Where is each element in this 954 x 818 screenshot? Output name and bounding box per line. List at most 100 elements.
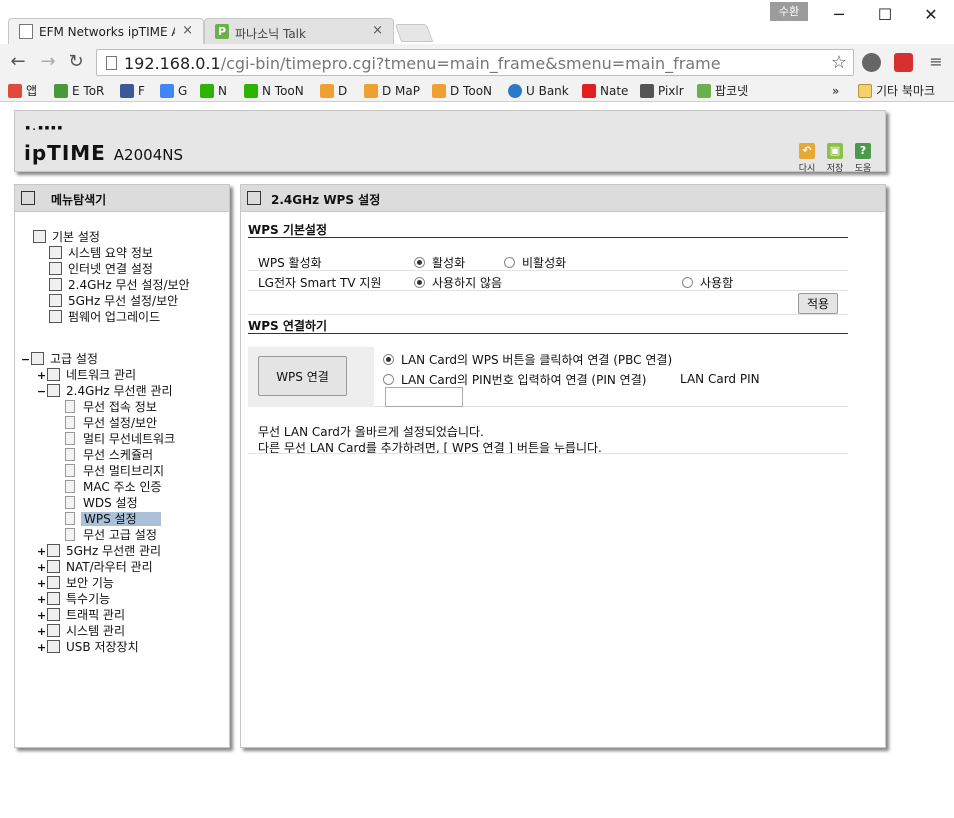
tab-iptime[interactable]: EFM Networks ipTIME A2 × bbox=[8, 18, 204, 44]
menu-wireless-access-info[interactable]: 무선 접속 정보 bbox=[65, 399, 159, 415]
tab-panasonic-talk[interactable]: P 파나소닉 Talk × bbox=[204, 18, 394, 44]
maximize-button[interactable]: ☐ bbox=[862, 2, 908, 28]
profile-button[interactable]: 수환 bbox=[770, 2, 808, 21]
expand-icon[interactable]: + bbox=[37, 608, 47, 624]
radio-wps-on[interactable]: 활성화 bbox=[414, 254, 465, 271]
url-text[interactable]: 192.168.0.1/cgi-bin/timepro.cgi?tmenu=ma… bbox=[124, 54, 721, 73]
pin-input[interactable] bbox=[385, 387, 463, 407]
menu-internet-setup[interactable]: 인터넷 연결 설정 bbox=[49, 261, 155, 277]
bookmark-dmap[interactable]: D MaP bbox=[364, 82, 420, 100]
menu-mac-auth[interactable]: MAC 주소 인증 bbox=[65, 479, 164, 495]
menu-icon[interactable]: ≡ bbox=[926, 52, 946, 72]
tab-close-icon[interactable]: × bbox=[372, 23, 383, 38]
bookmark-apps[interactable]: 앱 bbox=[8, 82, 37, 100]
radio-unselected-icon bbox=[383, 374, 394, 385]
radio-pbc[interactable]: LAN Card의 WPS 버튼을 클릭하여 연결 (PBC 연결) bbox=[383, 351, 672, 368]
new-tab-button[interactable] bbox=[394, 24, 434, 42]
tab-title: 파나소닉 Talk bbox=[235, 27, 306, 41]
menu-security[interactable]: + 보안 기능 bbox=[37, 575, 116, 591]
wps-connect-button[interactable]: WPS 연결 bbox=[258, 356, 347, 396]
extension-video-icon[interactable] bbox=[894, 53, 913, 72]
bookmark-g[interactable]: G bbox=[160, 82, 187, 100]
radio-wps-off[interactable]: 비활성화 bbox=[504, 254, 566, 271]
expand-icon[interactable]: + bbox=[37, 592, 47, 608]
expand-icon[interactable]: + bbox=[37, 640, 47, 656]
brand-logo-dots: ▪.▪▪▪▪ bbox=[25, 123, 64, 133]
menu-firmware-upgrade[interactable]: 펌웨어 업그레이드 bbox=[49, 309, 162, 325]
menu-network-manage[interactable]: + 네트워크 관리 bbox=[37, 367, 138, 383]
menu-label: WPS 설정 bbox=[81, 512, 161, 526]
menu-wireless-security[interactable]: 무선 설정/보안 bbox=[65, 415, 159, 431]
bookmark-ubank[interactable]: U Bank bbox=[508, 82, 569, 100]
menu-multi-ssid[interactable]: 멀티 무선네트워크 bbox=[65, 431, 177, 447]
close-window-button[interactable]: ✕ bbox=[908, 2, 954, 28]
undo-button[interactable]: ↶ 다시 bbox=[795, 143, 819, 174]
menu-multi-bridge[interactable]: 무선 멀티브리지 bbox=[65, 463, 166, 479]
bookmark-pixlr[interactable]: Pixlr bbox=[640, 82, 684, 100]
bookmark-label: Pixlr bbox=[658, 84, 684, 98]
lg-smart-tv-label: LG전자 Smart TV 지원 bbox=[258, 276, 382, 290]
folder-icon bbox=[858, 84, 872, 98]
radio-pin[interactable]: LAN Card의 PIN번호 입력하여 연결 (PIN 연결) bbox=[383, 371, 646, 388]
expand-icon[interactable]: + bbox=[37, 560, 47, 576]
menu-wireless-scheduler[interactable]: 무선 스케쥴러 bbox=[65, 447, 155, 463]
menu-usb-storage[interactable]: + USB 저장장치 bbox=[37, 639, 141, 655]
bookmark-label: D bbox=[338, 84, 348, 98]
expand-icon[interactable]: + bbox=[37, 624, 47, 640]
menu-advanced-settings[interactable]: − 고급 설정 bbox=[21, 351, 100, 367]
wifi-icon bbox=[49, 278, 62, 291]
apply-button[interactable]: 적용 bbox=[798, 293, 838, 314]
menu-wps-settings[interactable]: WPS 설정 bbox=[65, 511, 161, 527]
page-icon bbox=[65, 496, 75, 509]
menu-basic-settings[interactable]: 기본 설정 bbox=[33, 229, 102, 245]
menu-wireless-24[interactable]: 2.4GHz 무선 설정/보안 bbox=[49, 277, 192, 293]
menu-wlan-5-manage[interactable]: +5GHz 무선랜 관리 bbox=[37, 543, 163, 559]
bookmark-popcornet[interactable]: 팝코넷 bbox=[697, 82, 748, 100]
collapse-icon[interactable]: − bbox=[21, 352, 31, 368]
menu-traffic[interactable]: + 트래픽 관리 bbox=[37, 607, 127, 623]
radio-unselected-icon bbox=[682, 277, 693, 288]
naver-icon bbox=[200, 84, 214, 98]
forward-button[interactable]: → bbox=[38, 52, 58, 72]
back-button[interactable]: ← bbox=[8, 52, 28, 72]
menu-label: 시스템 관리 bbox=[66, 624, 126, 638]
save-button[interactable]: ▣ 저장 bbox=[823, 143, 847, 174]
bookmark-etor[interactable]: E ToR bbox=[54, 82, 104, 100]
reload-button[interactable]: ↻ bbox=[66, 52, 86, 72]
menu-nat-router[interactable]: + NAT/라우터 관리 bbox=[37, 559, 155, 575]
radio-lg-on[interactable]: 사용함 bbox=[682, 274, 733, 291]
bookmark-favicon-icon bbox=[54, 84, 68, 98]
menu-special-functions[interactable]: + 특수기능 bbox=[37, 591, 112, 607]
tab-close-icon[interactable]: × bbox=[182, 23, 193, 38]
browser-toolbar: ← → ↻ 192.168.0.1/cgi-bin/timepro.cgi?tm… bbox=[0, 44, 954, 80]
bookmark-nate[interactable]: Nate bbox=[582, 82, 628, 100]
other-bookmarks[interactable]: 기타 북마크 bbox=[858, 82, 935, 100]
extension-film-icon[interactable] bbox=[862, 53, 881, 72]
menu-wireless-5[interactable]: 5GHz 무선 설정/보안 bbox=[49, 293, 180, 309]
bookmark-n[interactable]: N bbox=[200, 82, 227, 100]
bookmark-f[interactable]: F bbox=[120, 82, 145, 100]
menu-wireless-advanced[interactable]: 무선 고급 설정 bbox=[65, 527, 159, 543]
bookmark-star-icon[interactable]: ☆ bbox=[831, 52, 847, 73]
wifi-icon bbox=[47, 544, 60, 557]
bookmark-d[interactable]: D bbox=[320, 82, 347, 100]
menu-explorer: 메뉴탐색기 기본 설정 시스템 요약 정보 인터넷 연결 설정 2.4GHz 무… bbox=[14, 184, 230, 748]
expand-icon[interactable]: + bbox=[37, 544, 47, 560]
collapse-icon[interactable]: − bbox=[37, 384, 47, 400]
bookmark-label: Nate bbox=[600, 84, 629, 98]
menu-system-manage[interactable]: + 시스템 관리 bbox=[37, 623, 127, 639]
address-bar[interactable]: 192.168.0.1/cgi-bin/timepro.cgi?tmenu=ma… bbox=[96, 49, 854, 76]
menu-wds-settings[interactable]: WDS 설정 bbox=[65, 495, 140, 511]
menu-wlan-24-manage[interactable]: − 2.4GHz 무선랜 관리 bbox=[37, 383, 175, 399]
page-icon bbox=[65, 400, 75, 413]
radio-lg-off[interactable]: 사용하지 않음 bbox=[414, 274, 502, 291]
bookmark-dtoon[interactable]: D TooN bbox=[432, 82, 492, 100]
expand-icon[interactable]: + bbox=[37, 368, 47, 384]
bookmark-ntoon[interactable]: N TooN bbox=[244, 82, 304, 100]
section-wps-connect: WPS 연결하기 bbox=[248, 317, 848, 334]
bookmarks-overflow-button[interactable]: » bbox=[832, 82, 839, 100]
minimize-button[interactable]: ─ bbox=[816, 2, 862, 28]
menu-system-summary[interactable]: 시스템 요약 정보 bbox=[49, 245, 155, 261]
help-button[interactable]: ? 도움 bbox=[851, 143, 875, 174]
expand-icon[interactable]: + bbox=[37, 576, 47, 592]
